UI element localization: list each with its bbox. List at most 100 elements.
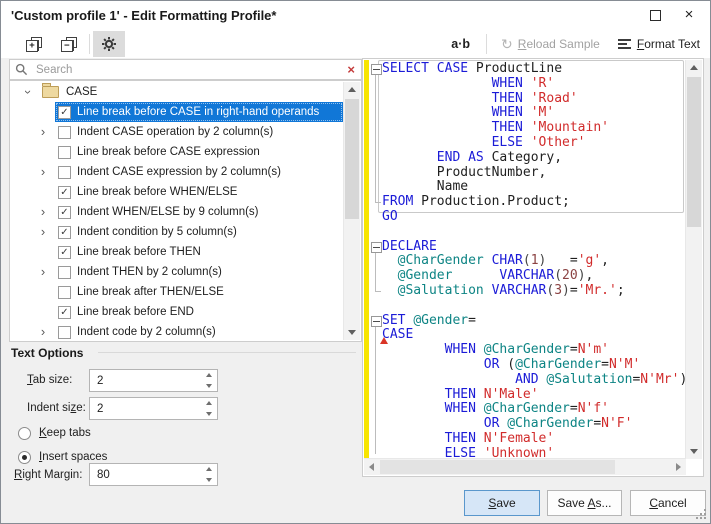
spin-up-icon[interactable]: [201, 398, 217, 409]
scroll-up-icon[interactable]: [686, 60, 702, 75]
code-line: DECLARE: [382, 238, 437, 254]
options-tree[interactable]: › CASE ✓ Line break before CASE in right-ha…: [9, 80, 362, 342]
code-line: WHEN 'M': [491, 105, 555, 121]
option-checkbox[interactable]: [58, 165, 71, 179]
format-text-button[interactable]: Format Text: [617, 37, 700, 51]
save-button[interactable]: Save: [464, 490, 540, 516]
error-marker-icon: [380, 337, 388, 345]
editor-toolbar: a·b ↻ Reload Sample Format Text: [451, 30, 700, 58]
code-line: SET @Gender=: [382, 312, 476, 328]
fold-toggle-icon[interactable]: [371, 241, 382, 253]
profile-options-button[interactable]: [93, 31, 125, 57]
option-label: Line break after THEN/ELSE: [77, 286, 224, 298]
option-checkbox[interactable]: [58, 125, 71, 139]
expander-icon[interactable]: ›: [19, 87, 37, 97]
expander-icon[interactable]: ›: [38, 123, 48, 141]
scrollbar-thumb[interactable]: [687, 77, 701, 227]
search-input[interactable]: [34, 62, 348, 77]
cancel-button[interactable]: Cancel: [630, 490, 706, 516]
scroll-up-icon[interactable]: [344, 82, 360, 97]
spin-up-icon[interactable]: [201, 370, 217, 381]
search-box[interactable]: ×: [9, 59, 362, 80]
scroll-down-icon[interactable]: [686, 444, 702, 459]
spin-down-icon[interactable]: [201, 381, 217, 392]
code-line: WHEN @CharGender=N'f': [444, 401, 609, 417]
close-button[interactable]: ×: [676, 4, 702, 26]
code-line: WHEN @CharGender=N'm': [444, 342, 609, 358]
reload-sample-button: ↻ Reload Sample: [501, 35, 600, 52]
code-lines: SELECT CASE ProductLine WHEN 'R' THEN 'R…: [382, 62, 686, 459]
ab-toggle-button[interactable]: a·b: [451, 37, 470, 51]
indent-size-input[interactable]: [89, 397, 218, 420]
option-label: Line break before WHEN/ELSE: [77, 186, 238, 198]
tab-size-value[interactable]: [90, 370, 201, 391]
option-checkbox[interactable]: ✓: [58, 185, 71, 199]
tree-option-row[interactable]: ✓ Line break before THEN: [11, 242, 343, 262]
fold-toggle-icon[interactable]: [371, 64, 382, 75]
expander-icon[interactable]: ›: [38, 203, 48, 221]
editor-surface: SELECT CASE ProductLine WHEN 'R' THEN 'R…: [369, 59, 686, 459]
tree-option-row[interactable]: › Indent code by 2 column(s): [11, 322, 343, 340]
tree-option-row[interactable]: › ✓ Indent condition by 5 column(s): [11, 222, 343, 242]
indent-size-value[interactable]: [90, 398, 201, 419]
option-label: Line break before CASE in right-hand ope…: [77, 106, 320, 118]
code-line: THEN 'Mountain': [491, 120, 609, 136]
code-line: @Salutation VARCHAR(3)='Mr.';: [397, 282, 625, 298]
titlebar: 'Custom profile 1' - Edit Formatting Pro…: [1, 1, 710, 30]
scroll-down-icon[interactable]: [344, 325, 360, 340]
scroll-right-icon[interactable]: [671, 459, 686, 475]
tree-group-row[interactable]: › CASE: [11, 82, 343, 102]
tree-option-row[interactable]: › Indent CASE operation by 2 column(s): [11, 122, 343, 142]
expander-icon[interactable]: ›: [38, 163, 48, 181]
option-checkbox[interactable]: ✓: [58, 105, 71, 119]
editor-hscrollbar[interactable]: [364, 458, 686, 475]
tree-option-row[interactable]: › Indent THEN by 2 column(s): [11, 262, 343, 282]
keep-tabs-radio[interactable]: Keep tabs: [18, 425, 91, 441]
option-checkbox[interactable]: [58, 145, 71, 159]
tree-option-row[interactable]: Line break after THEN/ELSE: [11, 282, 343, 302]
tree-option-row[interactable]: ✓ Line break before WHEN/ELSE: [11, 182, 343, 202]
code-line: Name: [382, 179, 469, 195]
option-checkbox[interactable]: [58, 265, 71, 279]
option-label: Line break before END: [77, 306, 194, 318]
option-checkbox[interactable]: ✓: [58, 305, 71, 319]
spin-up-icon[interactable]: [201, 464, 217, 475]
right-margin-value[interactable]: [90, 464, 201, 485]
tree-option-row[interactable]: Line break before CASE expression: [11, 142, 343, 162]
sql-preview-editor[interactable]: SELECT CASE ProductLine WHEN 'R' THEN 'R…: [362, 58, 704, 477]
tree-option-row[interactable]: › ✓ Indent WHEN/ELSE by 9 column(s): [11, 202, 343, 222]
tree-option-row[interactable]: ✓ Line break before END: [11, 302, 343, 322]
option-checkbox[interactable]: ✓: [58, 245, 71, 259]
editor-vscrollbar[interactable]: [685, 60, 702, 459]
scroll-left-icon[interactable]: [364, 459, 379, 475]
option-checkbox[interactable]: [58, 285, 71, 299]
save-as-button[interactable]: Save As...: [547, 490, 622, 516]
option-label: Indent CASE operation by 2 column(s): [77, 126, 274, 138]
code-line: @CharGender CHAR(1) ='g',: [397, 253, 609, 269]
option-label: Indent WHEN/ELSE by 9 column(s): [77, 206, 259, 218]
fold-toggle-icon[interactable]: [371, 315, 382, 327]
clear-search-icon[interactable]: ×: [347, 63, 355, 76]
scrollbar-thumb[interactable]: [345, 99, 359, 219]
expander-icon[interactable]: ›: [38, 323, 48, 340]
option-checkbox[interactable]: [58, 325, 71, 339]
option-checkbox[interactable]: ✓: [58, 205, 71, 219]
keep-tabs-label: Keep tabs: [39, 427, 91, 439]
reload-icon: ↻: [501, 35, 513, 52]
expander-icon[interactable]: ›: [38, 263, 48, 281]
resize-grip[interactable]: [704, 517, 706, 519]
expand-all-button[interactable]: +: [18, 31, 50, 57]
expander-icon[interactable]: ›: [38, 223, 48, 241]
right-margin-input[interactable]: [89, 463, 218, 486]
collapse-all-button[interactable]: −: [53, 31, 85, 57]
tab-size-input[interactable]: [89, 369, 218, 392]
spin-down-icon[interactable]: [201, 475, 217, 486]
tree-option-row[interactable]: › Indent CASE expression by 2 column(s): [11, 162, 343, 182]
maximize-button[interactable]: [642, 4, 668, 26]
option-checkbox[interactable]: ✓: [58, 225, 71, 239]
spin-down-icon[interactable]: [201, 409, 217, 420]
tree-option-row[interactable]: ✓ Line break before CASE in right-hand op…: [11, 102, 343, 122]
toolbar: + − a·b ↻ Reload Sample Format Text: [1, 30, 710, 58]
scrollbar-thumb[interactable]: [380, 460, 615, 474]
tree-scrollbar[interactable]: [343, 82, 360, 340]
